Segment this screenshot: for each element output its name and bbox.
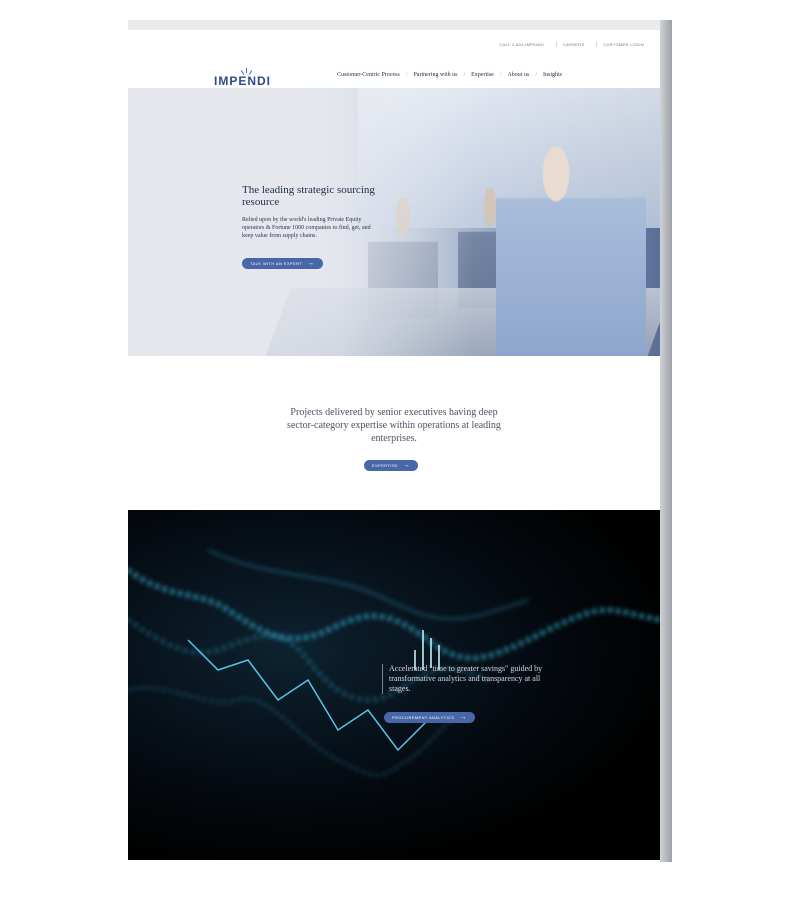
arrow-right-icon: → bbox=[307, 260, 315, 267]
expertise-text: Projects delivered by senior executives … bbox=[287, 407, 501, 444]
hero-overlay bbox=[128, 88, 660, 356]
website-page: CALL 1-844-IMPENDI CAREERS CUSTOMER LOGI… bbox=[128, 30, 660, 860]
expertise-label: EXPERTISE bbox=[372, 463, 398, 468]
nav-item-about[interactable]: About us bbox=[507, 72, 529, 78]
nav-separator: / bbox=[535, 72, 537, 78]
utility-careers-link[interactable]: CAREERS bbox=[555, 42, 590, 47]
nav-item-process[interactable]: Customer-Centric Process bbox=[337, 72, 400, 78]
utility-bar: CALL 1-844-IMPENDI CAREERS CUSTOMER LOGI… bbox=[493, 42, 650, 47]
hero-title: The leading strategic sourcing resource bbox=[242, 184, 375, 208]
nav-separator: / bbox=[463, 72, 466, 78]
arrow-right-icon: → bbox=[459, 714, 467, 721]
nav-separator: / bbox=[405, 72, 408, 78]
nav-separator: / bbox=[499, 72, 502, 78]
nav-menu: Customer-Centric Process / Partnering wi… bbox=[337, 72, 562, 78]
analytics-text: Accelerated "time to greater savings" gu… bbox=[382, 664, 559, 694]
expertise-section: Projects delivered by senior executives … bbox=[128, 406, 660, 445]
hero-section: The leading strategic sourcing resource … bbox=[128, 88, 660, 356]
utility-login-link[interactable]: CUSTOMER LOGIN bbox=[596, 42, 650, 47]
hero-body: Relied upon by the world's leading Priva… bbox=[242, 217, 371, 239]
nav-item-insights[interactable]: Insights bbox=[543, 72, 562, 78]
brand-logo[interactable]: IMPENDI bbox=[214, 74, 271, 88]
utility-phone-link[interactable]: CALL 1-844-IMPENDI bbox=[493, 42, 550, 47]
arrow-right-icon: → bbox=[402, 462, 411, 469]
logo-rays-icon bbox=[240, 68, 253, 76]
nav-item-partnering[interactable]: Partnering with us bbox=[413, 72, 457, 78]
expertise-button[interactable]: EXPERTISE → bbox=[364, 460, 419, 471]
talk-expert-label: TALK WITH AN EXPERT bbox=[250, 261, 303, 266]
procurement-analytics-button[interactable]: PROCUREMENT ANALYTICS → bbox=[384, 712, 475, 723]
procurement-analytics-label: PROCUREMENT ANALYTICS bbox=[392, 715, 455, 720]
analytics-section: Accelerated "time to greater savings" gu… bbox=[128, 510, 660, 860]
nav-item-expertise[interactable]: Expertise bbox=[471, 72, 494, 78]
device-side-edge bbox=[660, 20, 672, 862]
talk-expert-button[interactable]: TALK WITH AN EXPERT → bbox=[242, 258, 323, 269]
